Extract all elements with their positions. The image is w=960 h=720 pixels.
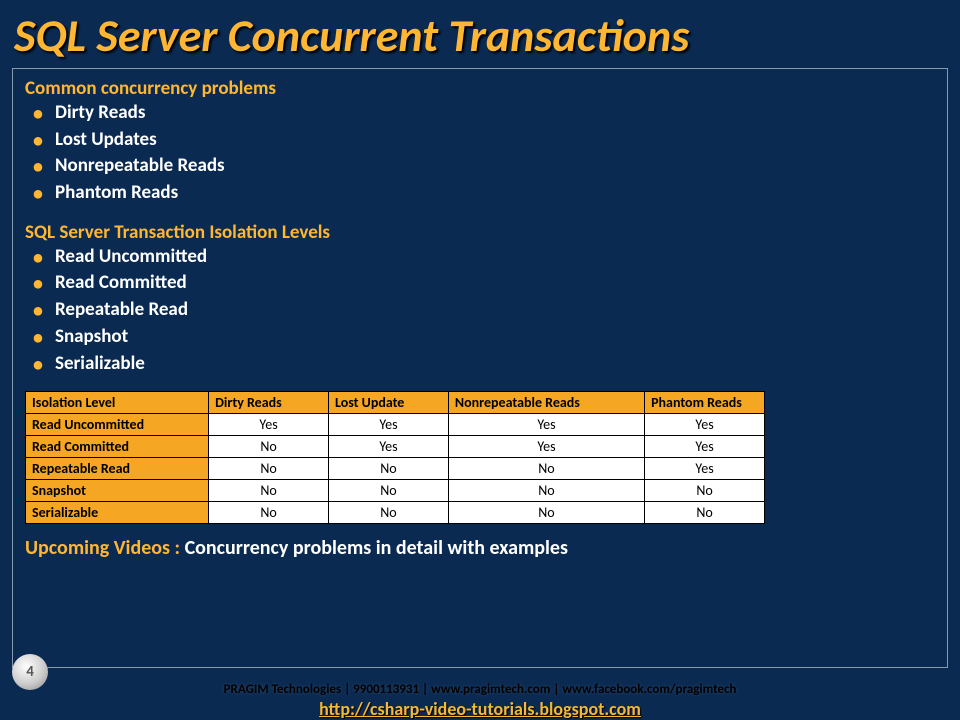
cell: Yes bbox=[329, 414, 449, 436]
list-item: Read Uncommitted bbox=[25, 244, 935, 271]
list-item: Phantom Reads bbox=[25, 180, 935, 207]
th-isolation-level: Isolation Level bbox=[26, 392, 209, 414]
upcoming-label: Upcoming Videos : bbox=[25, 536, 185, 560]
section2-list: Read Uncommitted Read Committed Repeatab… bbox=[25, 244, 935, 377]
list-item: Read Committed bbox=[25, 270, 935, 297]
section1-list: Dirty Reads Lost Updates Nonrepeatable R… bbox=[25, 100, 935, 207]
cell: No bbox=[209, 502, 329, 524]
list-item: Dirty Reads bbox=[25, 100, 935, 127]
upcoming-videos: Upcoming Videos : Concurrency problems i… bbox=[25, 536, 935, 560]
table-row: Read Committed No Yes Yes Yes bbox=[26, 436, 765, 458]
list-item: Snapshot bbox=[25, 324, 935, 351]
upcoming-text: Concurrency problems in detail with exam… bbox=[185, 536, 568, 560]
cell: No bbox=[209, 436, 329, 458]
isolation-table: Isolation Level Dirty Reads Lost Update … bbox=[25, 391, 765, 524]
cell: Yes bbox=[645, 458, 765, 480]
th-dirty-reads: Dirty Reads bbox=[209, 392, 329, 414]
list-item: Lost Updates bbox=[25, 127, 935, 154]
cell: No bbox=[329, 502, 449, 524]
row-label: Repeatable Read bbox=[26, 458, 209, 480]
row-label: Serializable bbox=[26, 502, 209, 524]
list-item: Serializable bbox=[25, 351, 935, 378]
cell: No bbox=[645, 480, 765, 502]
th-lost-update: Lost Update bbox=[329, 392, 449, 414]
table-row: Serializable No No No No bbox=[26, 502, 765, 524]
slide-title: SQL Server Concurrent Transactions bbox=[0, 0, 960, 66]
blog-link[interactable]: http://csharp-video-tutorials.blogspot.c… bbox=[319, 698, 641, 720]
table-header-row: Isolation Level Dirty Reads Lost Update … bbox=[26, 392, 765, 414]
content-box: Common concurrency problems Dirty Reads … bbox=[12, 68, 948, 668]
page-number-badge: 4 bbox=[12, 654, 48, 690]
cell: Yes bbox=[448, 414, 644, 436]
row-label: Snapshot bbox=[26, 480, 209, 502]
th-phantom-reads: Phantom Reads bbox=[645, 392, 765, 414]
table-row: Read Uncommitted Yes Yes Yes Yes bbox=[26, 414, 765, 436]
footer: 4 PRAGIM Technologies | 9900113931 | www… bbox=[0, 677, 960, 720]
row-label: Read Committed bbox=[26, 436, 209, 458]
row-label: Read Uncommitted bbox=[26, 414, 209, 436]
list-item: Repeatable Read bbox=[25, 297, 935, 324]
cell: No bbox=[329, 480, 449, 502]
cell: No bbox=[329, 458, 449, 480]
cell: Yes bbox=[209, 414, 329, 436]
section1-heading: Common concurrency problems bbox=[25, 77, 935, 100]
section2-heading: SQL Server Transaction Isolation Levels bbox=[25, 221, 935, 244]
table-row: Repeatable Read No No No Yes bbox=[26, 458, 765, 480]
cell: Yes bbox=[645, 414, 765, 436]
cell: No bbox=[209, 480, 329, 502]
cell: Yes bbox=[329, 436, 449, 458]
th-nonrepeatable-reads: Nonrepeatable Reads bbox=[448, 392, 644, 414]
list-item: Nonrepeatable Reads bbox=[25, 153, 935, 180]
cell: No bbox=[448, 458, 644, 480]
cell: No bbox=[645, 502, 765, 524]
cell: No bbox=[448, 480, 644, 502]
table-row: Snapshot No No No No bbox=[26, 480, 765, 502]
cell: No bbox=[209, 458, 329, 480]
cell: Yes bbox=[645, 436, 765, 458]
pragim-footer-text: PRAGIM Technologies | 9900113931 | www.p… bbox=[220, 682, 741, 697]
cell: Yes bbox=[448, 436, 644, 458]
cell: No bbox=[448, 502, 644, 524]
